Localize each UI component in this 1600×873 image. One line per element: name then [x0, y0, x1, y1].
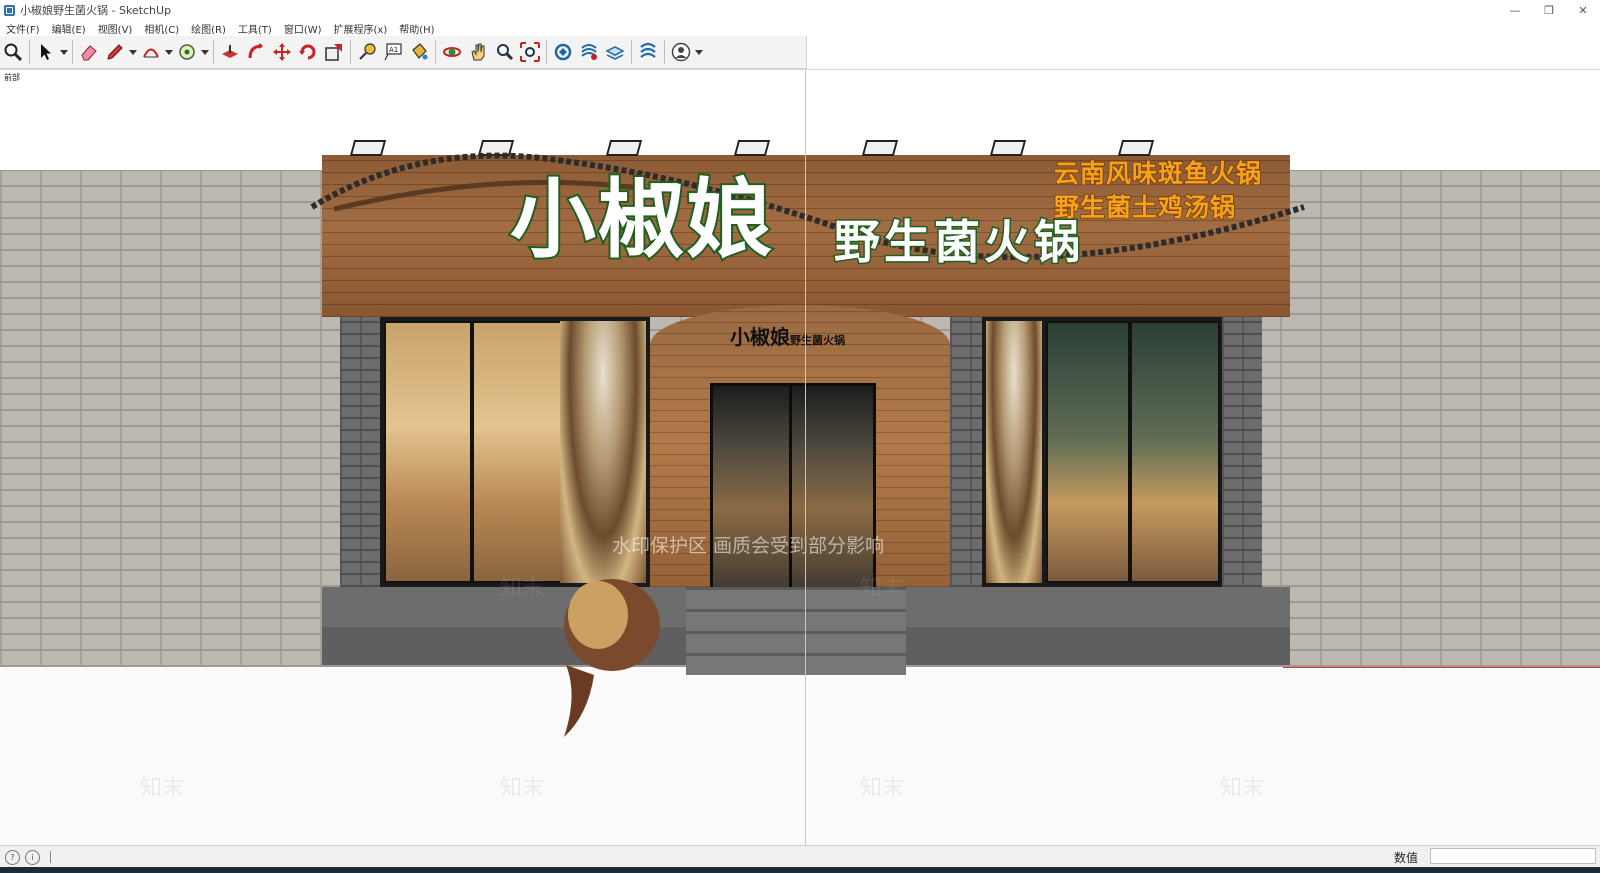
watermark-brand: 知末: [1220, 776, 1265, 801]
pencil-icon[interactable]: [102, 39, 128, 65]
watermark-brand: 知末: [500, 776, 545, 801]
toolbar-divider: [664, 40, 665, 64]
sub-sign-text: 野生菌火锅: [833, 215, 1084, 269]
watermark-brand: 知末: [860, 576, 905, 601]
toolbar-divider: [29, 40, 30, 64]
status-divider: [50, 851, 51, 863]
title-bar: 小椒娘野生菌火锅 - SketchUp — ❐ ✕: [0, 0, 1600, 20]
window-pane: [384, 321, 472, 583]
watermark-brand: 知末: [860, 776, 905, 801]
window-right: [982, 317, 1222, 587]
window-left: [380, 317, 650, 587]
red-axis: [1283, 667, 1600, 668]
toolbar-divider: [213, 40, 214, 64]
warehouse-icon[interactable]: [550, 39, 576, 65]
toolbar-divider: [435, 40, 436, 64]
shape-icon[interactable]: [174, 39, 200, 65]
model-viewport[interactable]: 前部 小椒娘 野生菌火锅 云南风味斑鱼火锅 野生菌土鸡汤锅 小椒娘野生菌火锅 水…: [0, 69, 1600, 846]
large-toolset-toolbar: A1: [0, 36, 807, 69]
restore-button[interactable]: ❐: [1532, 0, 1566, 20]
glass-door: [710, 383, 876, 594]
menu-view[interactable]: 视图(V): [92, 21, 139, 36]
window-pane: [472, 321, 562, 583]
menu-draw[interactable]: 绘图(R): [185, 21, 232, 36]
sketchup-app-icon: [4, 4, 15, 16]
svg-text:A1: A1: [389, 46, 398, 54]
pan-icon[interactable]: [465, 39, 491, 65]
arc-icon[interactable]: [138, 39, 164, 65]
side-sign-line-2: 野生菌土鸡汤锅: [1053, 193, 1237, 222]
menu-camera[interactable]: 相机(C): [138, 21, 185, 36]
mushroom-graphic-right: [986, 321, 1042, 583]
menu-edit[interactable]: 编辑(E): [46, 21, 92, 36]
os-taskbar: [0, 867, 1600, 873]
close-button[interactable]: ✕: [1566, 0, 1600, 20]
toolbar-divider: [72, 40, 73, 64]
measurements-input[interactable]: [1430, 848, 1596, 864]
rotate-icon[interactable]: [295, 39, 321, 65]
main-sign-text: 小椒娘: [508, 170, 774, 270]
scene-tab-label[interactable]: 前部: [4, 72, 20, 83]
window-controls: — ❐ ✕: [1498, 0, 1600, 20]
geo-location-icon[interactable]: ?: [5, 849, 20, 865]
zoom-extents-icon[interactable]: [517, 39, 543, 65]
menu-tools[interactable]: 工具(T): [232, 21, 278, 36]
window-title: 小椒娘野生菌火锅 - SketchUp: [20, 4, 172, 17]
side-sign-line-1: 云南风味斑鱼火锅: [1053, 159, 1263, 188]
watermark-text: 水印保护区 画质会受到部分影响: [612, 535, 885, 557]
select-icon[interactable]: [33, 39, 59, 65]
toolbar-divider: [631, 40, 632, 64]
pencil-dropdown-icon[interactable]: [128, 39, 138, 65]
move-icon[interactable]: [269, 39, 295, 65]
shape-dropdown-icon[interactable]: [200, 39, 210, 65]
green-blue-axis: [805, 70, 806, 846]
ground-plane: [0, 667, 1600, 846]
tape-measure-icon[interactable]: [354, 39, 380, 65]
info-icon[interactable]: i: [25, 849, 40, 865]
eraser-icon[interactable]: [76, 39, 102, 65]
minimize-button[interactable]: —: [1498, 0, 1532, 20]
account-dropdown-icon[interactable]: [694, 39, 704, 65]
watermark-brand: 知末: [500, 576, 545, 601]
status-bar: ? i 数值: [0, 845, 1600, 868]
zoom-icon[interactable]: [0, 39, 26, 65]
stone-pillar-right: [1222, 317, 1262, 587]
extension-manager-icon[interactable]: [635, 39, 661, 65]
arc-dropdown-icon[interactable]: [164, 39, 174, 65]
menu-help[interactable]: 帮助(H): [393, 21, 440, 36]
select-dropdown-icon[interactable]: [59, 39, 69, 65]
extension-warehouse-icon[interactable]: [576, 39, 602, 65]
mushroom-prop: [564, 579, 660, 737]
menu-bar: 文件(F) 编辑(E) 视图(V) 相机(C) 绘图(R) 工具(T) 窗口(W…: [0, 20, 1600, 36]
window-pane: [1046, 321, 1130, 583]
follow-me-icon[interactable]: [243, 39, 269, 65]
layout-icon[interactable]: [602, 39, 628, 65]
menu-extensions[interactable]: 扩展程序(x): [328, 21, 394, 36]
orbit-icon[interactable]: [439, 39, 465, 65]
account-icon[interactable]: [668, 39, 694, 65]
push-pull-icon[interactable]: [217, 39, 243, 65]
storefront-model: 小椒娘 野生菌火锅 云南风味斑鱼火锅 野生菌土鸡汤锅 小椒娘野生菌火锅 水印保护…: [310, 140, 1305, 737]
toolbar-divider: [546, 40, 547, 64]
toolbar-divider: [350, 40, 351, 64]
menu-file[interactable]: 文件(F): [0, 21, 46, 36]
zoom-window-icon[interactable]: [491, 39, 517, 65]
entrance-sign: 小椒娘野生菌火锅: [730, 325, 845, 349]
paint-bucket-icon[interactable]: [406, 39, 432, 65]
text-icon[interactable]: A1: [380, 39, 406, 65]
measurements-label: 数值: [1394, 851, 1419, 865]
menu-window[interactable]: 窗口(W): [278, 21, 328, 36]
scale-icon[interactable]: [321, 39, 347, 65]
stone-pillar-left: [340, 317, 380, 587]
window-pane: [1130, 321, 1220, 583]
watermark-brand: 知末: [140, 776, 185, 801]
